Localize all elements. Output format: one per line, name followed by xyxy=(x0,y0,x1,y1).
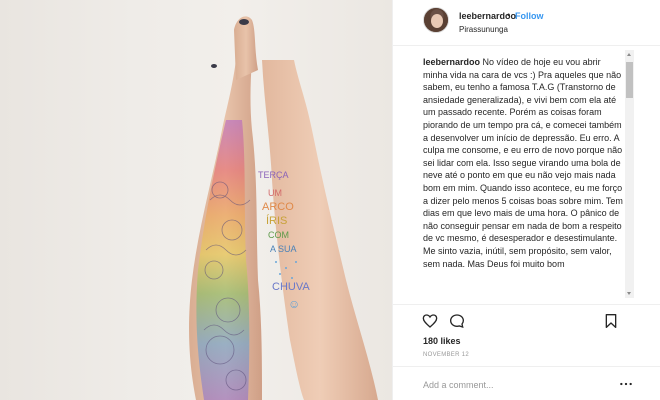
smiley: ☺ xyxy=(288,297,300,311)
caption-text: No vídeo de hoje eu vou abrir minha vida… xyxy=(423,57,623,269)
instagram-post: TERÇA UM ARCO ÍRIS COM A SUA CHUVA ☺ lee… xyxy=(0,0,660,400)
legs-illustration: TERÇA UM ARCO ÍRIS COM A SUA CHUVA ☺ xyxy=(189,16,378,400)
leg-text-line: CHUVA xyxy=(272,281,310,293)
caption-scrollbar[interactable] xyxy=(625,50,634,298)
action-bar xyxy=(393,304,660,334)
comment-box xyxy=(393,366,660,400)
leg-text-line: TERÇA xyxy=(258,170,289,180)
caption: leebernardoo No vídeo de hoje eu vou abr… xyxy=(423,56,627,270)
avatar[interactable] xyxy=(423,7,449,33)
scroll-up-arrow-icon[interactable] xyxy=(625,50,634,59)
likes-count[interactable]: 180 likes xyxy=(423,336,461,346)
location-link[interactable]: Pirassununga xyxy=(459,25,508,34)
comment-input[interactable] xyxy=(423,378,583,392)
caption-username[interactable]: leebernardoo xyxy=(423,57,480,67)
follow-button[interactable]: Follow xyxy=(515,11,544,21)
heart-icon[interactable] xyxy=(422,313,438,329)
more-options-icon[interactable] xyxy=(619,377,633,391)
post-header: leebernardoo • Follow Pirassununga xyxy=(393,0,660,46)
separator-dot: • xyxy=(507,10,511,20)
scroll-thumb[interactable] xyxy=(626,62,633,98)
leg-text-line: A SUA xyxy=(270,244,297,254)
leg-text-line: UM xyxy=(268,188,282,198)
post-sidebar: leebernardoo • Follow Pirassununga leebe… xyxy=(392,0,660,400)
leg-text-line: COM xyxy=(268,230,289,240)
caption-area[interactable]: leebernardoo No vídeo de hoje eu vou abr… xyxy=(393,46,660,304)
leg-text-line: ARCO xyxy=(262,201,294,213)
post-photo[interactable]: TERÇA UM ARCO ÍRIS COM A SUA CHUVA ☺ xyxy=(0,0,392,400)
comment-icon[interactable] xyxy=(449,313,465,329)
scroll-down-arrow-icon[interactable] xyxy=(625,289,634,298)
leg-text-line: ÍRIS xyxy=(266,214,287,227)
post-date: NOVEMBER 12 xyxy=(423,352,469,358)
bookmark-icon[interactable] xyxy=(603,313,619,329)
